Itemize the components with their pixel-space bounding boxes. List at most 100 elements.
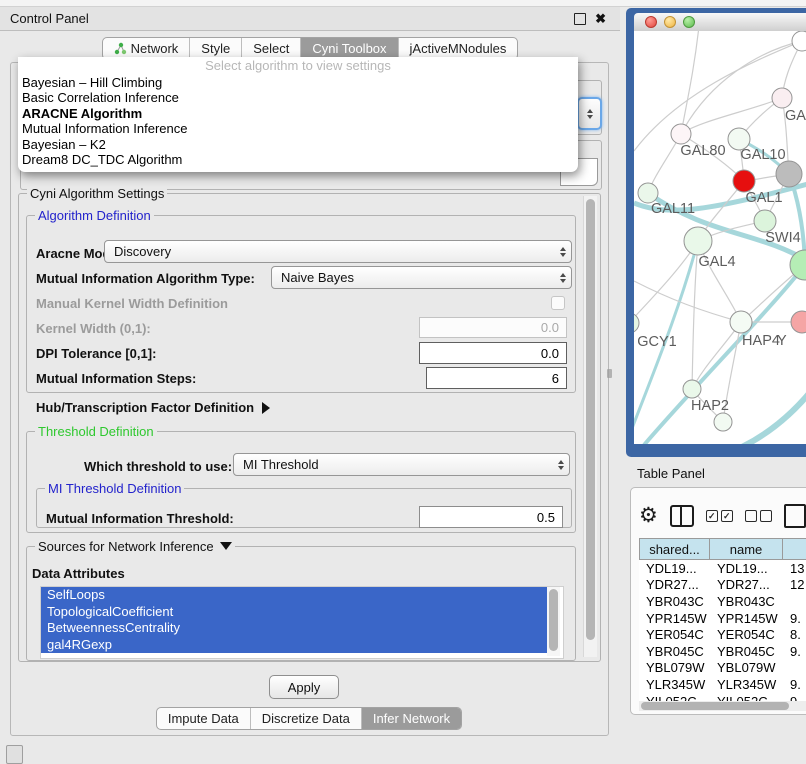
algorithm-combo-spinner[interactable] (577, 97, 602, 130)
mi-type-combo[interactable]: Naive Bayes (271, 266, 572, 289)
table-header-cell[interactable]: name (710, 538, 783, 560)
network-node-hap4[interactable] (730, 311, 752, 333)
table-row[interactable]: YBL079WYBL079W (639, 660, 806, 677)
table-header-cell[interactable] (783, 538, 806, 560)
minimized-panel-icon[interactable] (6, 745, 23, 764)
tab-style[interactable]: Style (189, 38, 241, 59)
table-row[interactable]: YPR145WYPR145W9. (639, 610, 806, 627)
network-node[interactable] (776, 161, 802, 187)
which-threshold-value: MI Threshold (243, 457, 319, 472)
table-row[interactable]: YBR045CYBR045C9. (639, 643, 806, 660)
dropdown-item[interactable]: Mutual Information Inference (18, 121, 578, 136)
settings-scrollbar-thumb[interactable] (586, 199, 595, 640)
attr-list-scrollbar[interactable] (547, 587, 560, 656)
dropdown-item[interactable]: Bayesian – Hill Climbing (18, 75, 578, 90)
table-row[interactable]: YER054CYER054C8. (639, 626, 806, 643)
table-cell: YPR145W (710, 611, 783, 626)
attr-list-scrollbar-thumb[interactable] (549, 589, 558, 651)
network-view-window[interactable]: GAL7GAL80GAL10GAL1GAL11SWI4GAL4GCY1HAP4Y… (626, 8, 806, 457)
aracne-mode-combo[interactable]: Discovery (104, 240, 572, 263)
tab-impute-data[interactable]: Impute Data (157, 708, 250, 729)
network-node[interactable] (714, 413, 732, 431)
list-item[interactable]: TopologicalCoefficient (41, 604, 547, 621)
dpi-tolerance-field[interactable]: 0.0 (419, 342, 567, 364)
manual-kernel-checkbox[interactable] (551, 296, 565, 310)
settings-scrollbar[interactable] (583, 196, 597, 657)
sources-title[interactable]: Sources for Network Inference (35, 539, 235, 554)
network-node-y[interactable] (791, 311, 806, 333)
table-panel: ⚙ ✓✓ shared...nameYDL19...YDL19...13YDR2… (630, 487, 806, 715)
network-node[interactable] (733, 170, 755, 192)
float-panel-icon[interactable] (574, 13, 586, 25)
node-label-gal7: GAL7 (785, 108, 806, 124)
network-edge[interactable] (634, 241, 698, 323)
network-edge[interactable] (681, 98, 782, 134)
mi-type-value: Naive Bayes (281, 270, 354, 285)
network-node-gcy1[interactable] (634, 313, 639, 333)
table-header-cell[interactable]: shared... (639, 538, 710, 560)
table-row[interactable]: YLR345WYLR345W9. (639, 676, 806, 693)
gear-icon[interactable]: ⚙ (639, 506, 658, 526)
table-cell: YER054C (710, 627, 783, 642)
network-node[interactable] (792, 31, 806, 51)
dropdown-item[interactable]: Dream8 DC_TDC Algorithm (18, 152, 578, 167)
dropdown-item[interactable]: Bayesian – K2 (18, 137, 578, 152)
hub-definition-toggle[interactable]: Hub/Transcription Factor Definition (36, 400, 270, 415)
table-row[interactable]: YDL19...YDL19...13 (639, 560, 806, 577)
table-cell: YBR045C (710, 644, 783, 659)
split-divider-grip[interactable] (607, 369, 612, 378)
close-panel-icon[interactable]: ✖ (595, 14, 606, 24)
node-label-hap2: HAP2 (691, 398, 729, 414)
close-window-icon[interactable] (645, 16, 657, 28)
node-label-y: Y (777, 333, 787, 349)
network-edge[interactable] (731, 381, 806, 444)
apply-button[interactable]: Apply (269, 675, 339, 699)
table-row[interactable]: YDR27...YDR27...12 (639, 577, 806, 594)
mi-threshold-field[interactable]: 0.5 (419, 506, 563, 528)
network-edge[interactable] (634, 281, 741, 322)
network-edge[interactable] (692, 322, 741, 389)
kernel-width-label: Kernel Width (0,1): (36, 321, 151, 336)
aracne-mode-value: Discovery (114, 244, 171, 259)
which-threshold-combo[interactable]: MI Threshold (233, 453, 570, 476)
table-cell: YBR043C (639, 594, 710, 609)
mi-steps-field[interactable]: 6 (426, 367, 567, 389)
network-window-titlebar[interactable] (634, 13, 806, 31)
table-cell: 13 (783, 561, 806, 576)
network-node-hap2[interactable] (683, 380, 701, 398)
table-hscrollbar[interactable] (639, 701, 806, 711)
combo-spinner-icon (558, 460, 564, 470)
tab-jactivemnodules[interactable]: jActiveMNodules (398, 38, 518, 59)
network-canvas[interactable]: GAL7GAL80GAL10GAL1GAL11SWI4GAL4GCY1HAP4Y… (634, 31, 806, 444)
network-node-gal11[interactable] (638, 183, 658, 203)
data-attributes-list[interactable]: SelfLoopsTopologicalCoefficientBetweenne… (40, 586, 564, 659)
list-item[interactable]: BetweennessCentrality (41, 620, 547, 637)
apply-button-label: Apply (288, 680, 321, 695)
table-cell: YLR345W (639, 677, 710, 692)
select-all-checks-icon[interactable]: ✓✓ (706, 510, 733, 522)
algorithm-definition-title: Algorithm Definition (35, 208, 154, 223)
deselect-all-checks-icon[interactable] (745, 510, 772, 522)
table-hscrollbar-thumb[interactable] (641, 702, 789, 710)
network-node-gal80[interactable] (671, 124, 691, 144)
tab-cyni-toolbox[interactable]: Cyni Toolbox (300, 38, 397, 59)
network-node-gal7[interactable] (772, 88, 792, 108)
kernel-width-field[interactable]: 0.0 (419, 317, 567, 338)
columns-icon[interactable] (670, 505, 694, 527)
table-cell: 8. (783, 627, 806, 642)
mi-threshold-value: 0.5 (537, 510, 555, 525)
list-item[interactable]: gal4RGexp (41, 637, 547, 654)
table-mode-icon[interactable] (784, 504, 806, 528)
tab-discretize-data[interactable]: Discretize Data (250, 708, 361, 729)
network-node-gal1[interactable] (754, 210, 776, 232)
dropdown-item[interactable]: ARACNE Algorithm (18, 106, 578, 121)
zoom-window-icon[interactable] (683, 16, 695, 28)
list-item[interactable]: SelfLoops (41, 587, 547, 604)
tab-infer-network[interactable]: Infer Network (361, 708, 461, 729)
minimize-window-icon[interactable] (664, 16, 676, 28)
tab-select[interactable]: Select (241, 38, 300, 59)
table-row[interactable]: YBR043CYBR043C (639, 593, 806, 610)
network-node-gal4[interactable] (684, 227, 712, 255)
tab-network[interactable]: Network (103, 38, 190, 59)
dropdown-item[interactable]: Basic Correlation Inference (18, 90, 578, 105)
